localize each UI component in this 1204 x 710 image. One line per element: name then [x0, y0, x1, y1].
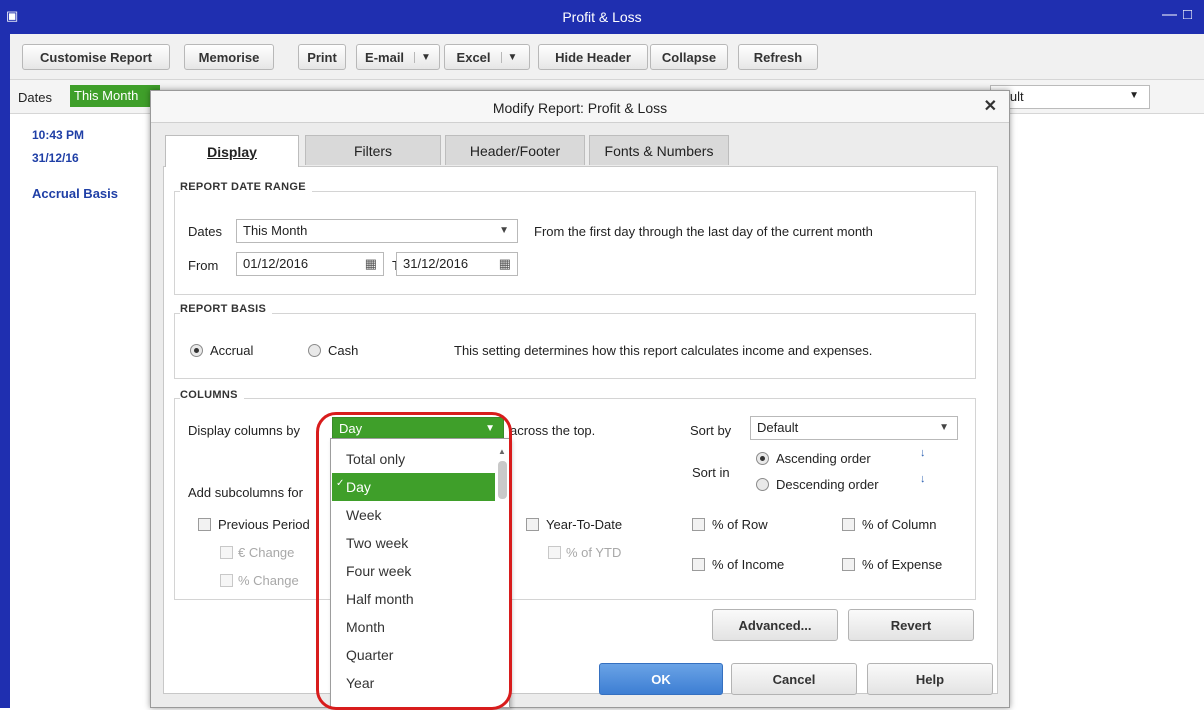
refresh-button[interactable]: Refresh	[738, 44, 818, 70]
sort-by-dropdown[interactable]: Default ▼	[750, 416, 958, 440]
pct-of-row-label: % of Row	[712, 517, 768, 532]
pct-of-ytd-checkbox[interactable]	[548, 546, 561, 559]
collapse-button[interactable]: Collapse	[650, 44, 728, 70]
modify-report-dialog: Modify Report: Profit & Loss ✕ Display F…	[150, 90, 1010, 708]
ascending-label: Ascending order	[776, 451, 871, 466]
tab-header-footer[interactable]: Header/Footer	[445, 135, 585, 165]
window-title-bar: ▣ Profit & Loss —□	[0, 0, 1204, 34]
sort-descending-icon: ↓	[920, 473, 926, 485]
descending-label: Descending order	[776, 477, 879, 492]
sort-by-value: Default	[757, 420, 799, 435]
report-basis: Accrual Basis	[32, 186, 118, 201]
chevron-down-icon: ▼	[1129, 90, 1139, 101]
tab-filters-label: Filters	[353, 142, 393, 159]
report-toolbar: Customise Report Memorise Print E-mail ▼ …	[10, 34, 1204, 80]
dates-select[interactable]: This Month	[70, 85, 160, 107]
to-date-field[interactable]: 31/12/2016 ▦	[396, 252, 518, 276]
date-range-description: From the first day through the last day …	[534, 224, 873, 239]
to-date-value: 31/12/2016	[403, 256, 469, 271]
pct-change-label: % Change	[238, 573, 299, 588]
ok-button[interactable]: OK	[599, 663, 723, 695]
help-button[interactable]: Help	[867, 663, 993, 695]
pct-of-income-label: % of Income	[712, 557, 785, 572]
previous-period-label: Previous Period	[218, 517, 310, 532]
tab-fonts-numbers[interactable]: Fonts & Numbers	[589, 135, 729, 165]
accrual-radio[interactable]	[190, 344, 203, 357]
chevron-down-icon: ▼	[499, 225, 509, 236]
chevron-down-icon: ▼	[939, 422, 949, 433]
report-date: 31/12/16	[32, 151, 79, 165]
sort-in-label: Sort in	[692, 465, 730, 480]
dates-label: Dates	[18, 90, 52, 105]
calendar-icon[interactable]: ▦	[365, 256, 377, 272]
tab-display-label: Display	[207, 143, 257, 160]
calendar-icon[interactable]: ▦	[499, 256, 511, 272]
from-label: From	[188, 258, 219, 273]
cancel-button[interactable]: Cancel	[731, 663, 857, 695]
advanced-button[interactable]: Advanced...	[712, 609, 838, 641]
display-columns-label: Display columns by	[188, 423, 300, 438]
memorise-button[interactable]: Memorise	[184, 44, 274, 70]
pct-of-expense-checkbox[interactable]	[842, 558, 855, 571]
sort-ascending-icon: ↓	[920, 447, 926, 459]
dates-dropdown-value: This Month	[243, 223, 308, 238]
descending-radio[interactable]	[756, 478, 769, 491]
dates-field-label: Dates	[188, 224, 222, 239]
display-tab-panel: REPORT DATE RANGE Dates This Month ▼ Fro…	[163, 166, 998, 694]
excel-dropdown-icon[interactable]: ▼	[500, 51, 517, 63]
annotation-highlight	[316, 412, 512, 710]
customise-report-button[interactable]: Customise Report	[22, 44, 170, 70]
window-frame	[0, 34, 10, 708]
add-subcolumns-label: Add subcolumns for	[188, 485, 303, 500]
tab-header-footer-label: Header/Footer	[469, 142, 561, 159]
pct-change-checkbox[interactable]	[220, 574, 233, 587]
pct-of-income-checkbox[interactable]	[692, 558, 705, 571]
excel-label: Excel	[456, 49, 491, 65]
from-date-field[interactable]: 01/12/2016 ▦	[236, 252, 384, 276]
cash-radio[interactable]	[308, 344, 321, 357]
dates-dropdown[interactable]: This Month ▼	[236, 219, 518, 243]
ascending-radio[interactable]	[756, 452, 769, 465]
close-icon[interactable]: ✕	[984, 96, 997, 116]
revert-button[interactable]: Revert	[848, 609, 974, 641]
report-header-panel: 10:43 PM 31/12/16 Accrual Basis	[10, 114, 150, 708]
tab-fonts-numbers-label: Fonts & Numbers	[604, 142, 714, 159]
window-controls[interactable]: —□	[1162, 6, 1198, 23]
pct-of-expense-label: % of Expense	[862, 557, 943, 572]
year-to-date-label: Year-To-Date	[546, 517, 623, 532]
pct-of-column-checkbox[interactable]	[842, 518, 855, 531]
window-title: Profit & Loss	[562, 9, 642, 25]
report-basis-heading: REPORT BASIS	[180, 303, 273, 315]
euro-change-label: € Change	[238, 545, 295, 560]
hide-header-button[interactable]: Hide Header	[538, 44, 648, 70]
previous-period-checkbox[interactable]	[198, 518, 211, 531]
email-button[interactable]: E-mail ▼	[356, 44, 440, 70]
excel-button[interactable]: Excel ▼	[444, 44, 530, 70]
report-basis-description: This setting determines how this report …	[454, 343, 873, 358]
from-date-value: 01/12/2016	[243, 256, 309, 271]
sort-by-label: Sort by	[690, 423, 732, 438]
date-range-heading: REPORT DATE RANGE	[180, 181, 312, 193]
euro-change-checkbox[interactable]	[220, 546, 233, 559]
tab-filters[interactable]: Filters	[305, 135, 441, 165]
columns-heading: COLUMNS	[180, 389, 244, 401]
cash-label: Cash	[328, 343, 359, 358]
date-range-section	[174, 191, 976, 295]
across-the-top-label: across the top.	[510, 423, 596, 438]
year-to-date-checkbox[interactable]	[526, 518, 539, 531]
tab-display[interactable]: Display	[165, 135, 299, 167]
pct-of-row-checkbox[interactable]	[692, 518, 705, 531]
accrual-label: Accrual	[210, 343, 254, 358]
dialog-title: Modify Report: Profit & Loss	[151, 91, 1009, 123]
email-dropdown-icon[interactable]: ▼	[414, 51, 431, 63]
pct-of-column-label: % of Column	[862, 517, 937, 532]
email-label: E-mail	[365, 49, 405, 65]
basis-select[interactable]: fault ▼	[990, 85, 1150, 109]
report-time: 10:43 PM	[32, 128, 85, 142]
pct-of-ytd-label: % of YTD	[566, 545, 622, 560]
print-button[interactable]: Print	[298, 44, 346, 70]
